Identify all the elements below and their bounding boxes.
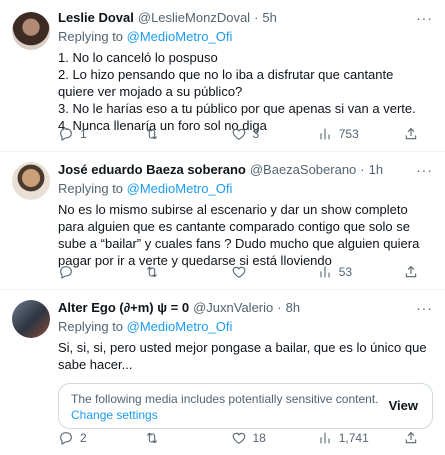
replying-to: Replying to @MedioMetro_Ofi [58,29,433,46]
tweet-text: Si, si, si, pero usted mejor pongase a b… [58,339,433,373]
author-name[interactable]: Leslie Doval [58,10,134,25]
share-button[interactable] [403,264,419,280]
author-name[interactable]: José eduardo Baeza soberano [58,162,246,177]
tweet-text: No es lo mismo subirse al escenario y da… [58,201,433,269]
author-handle[interactable]: @BaezaSoberano [250,162,356,177]
like-button[interactable]: 3 [231,126,317,142]
heart-icon [232,128,245,140]
bar-chart-icon [320,432,330,444]
retweet-button[interactable] [144,126,230,142]
tweet[interactable]: Alter Ego (∂+m) ψ = 0 @JuxnValerio · 8h … [0,290,445,455]
share-button[interactable] [403,430,419,446]
replying-to-prefix: Replying to [58,319,127,334]
tweet-text-content: Si, si, si, pero usted mejor pongase a b… [58,340,431,372]
replying-to: Replying to @MedioMetro_Ofi [58,181,433,198]
timestamp[interactable]: 8h [286,300,300,315]
reply-count: 2 [80,431,87,445]
separator-dot: · [360,162,365,177]
bar-chart-icon [320,128,330,140]
avatar[interactable] [12,12,50,50]
like-count: 3 [252,127,260,141]
retweet-icon [147,266,158,278]
tweet[interactable]: José eduardo Baeza soberano @BaezaSobera… [0,152,445,290]
reply-button[interactable] [58,264,144,280]
more-options-icon[interactable]: ··· [416,300,433,316]
retweet-icon [147,432,158,444]
mention-link[interactable]: @MedioMetro_Ofi [127,29,233,44]
share-icon [405,127,417,140]
reply-icon [60,432,72,445]
like-button[interactable]: 18 [231,430,317,446]
mention-link[interactable]: @MedioMetro_Ofi [127,181,233,196]
separator-dot: · [277,300,282,315]
timestamp[interactable]: 1h [369,162,383,177]
mention-link[interactable]: @MedioMetro_Ofi [127,319,233,334]
replying-to: Replying to @MedioMetro_Ofi [58,319,433,336]
like-count: 18 [252,431,266,445]
like-button[interactable] [231,264,317,280]
share-button[interactable] [403,126,419,142]
heart-icon [232,432,245,444]
sensitive-media-warning: The following media includes potentially… [58,383,433,429]
author-handle[interactable]: @JuxnValerio [193,300,273,315]
avatar[interactable] [12,300,50,338]
reply-button[interactable]: 2 [58,430,144,446]
tweet-header: Leslie Doval @LeslieMonzDoval · 5h [58,10,433,27]
retweet-button[interactable] [144,264,230,280]
tweet-actions: 2 18 1,741 [58,430,433,446]
more-options-icon[interactable]: ··· [416,162,433,178]
share-icon [405,265,417,278]
more-options-icon[interactable]: ··· [416,10,433,26]
replying-to-prefix: Replying to [58,181,127,196]
author-handle[interactable]: @LeslieMonzDoval [138,10,250,25]
retweet-icon [147,128,158,140]
views-button[interactable]: 1,741 [317,430,403,446]
change-settings-link[interactable]: Change settings [71,407,420,423]
tweet-text: 1. No lo canceló lo pospuso 2. Lo hizo p… [58,49,433,134]
tweet-text-content: 1. No lo canceló lo pospuso 2. Lo hizo p… [58,50,416,133]
separator-dot: · [254,10,259,25]
sensitive-message: The following media includes potentially… [71,392,379,406]
reply-icon [60,266,72,279]
view-button[interactable]: View [389,398,418,413]
view-count: 753 [338,127,359,141]
avatar[interactable] [12,162,50,200]
heart-icon [232,266,245,278]
retweet-button[interactable] [144,430,230,446]
tweet[interactable]: Leslie Doval @LeslieMonzDoval · 5h ··· R… [0,0,445,152]
tweet-text-content: No es lo mismo subirse al escenario y da… [58,202,423,268]
reply-icon [60,128,72,141]
replying-to-prefix: Replying to [58,29,127,44]
reply-button[interactable]: 1 [58,126,144,142]
tweet-actions: 53 [58,264,433,280]
view-count: 53 [338,265,353,279]
views-button[interactable]: 53 [317,264,403,280]
views-button[interactable]: 753 [317,126,403,142]
tweet-header: José eduardo Baeza soberano @BaezaSobera… [58,162,433,179]
reply-count: 1 [80,127,87,141]
view-count: 1,741 [338,431,369,445]
reply-feed: Leslie Doval @LeslieMonzDoval · 5h ··· R… [0,0,445,455]
bar-chart-icon [320,266,330,278]
author-name[interactable]: Alter Ego (∂+m) ψ = 0 [58,300,189,315]
share-icon [405,431,417,444]
timestamp[interactable]: 5h [262,10,276,25]
tweet-actions: 1 3 753 [58,126,433,142]
tweet-header: Alter Ego (∂+m) ψ = 0 @JuxnValerio · 8h [58,300,433,317]
